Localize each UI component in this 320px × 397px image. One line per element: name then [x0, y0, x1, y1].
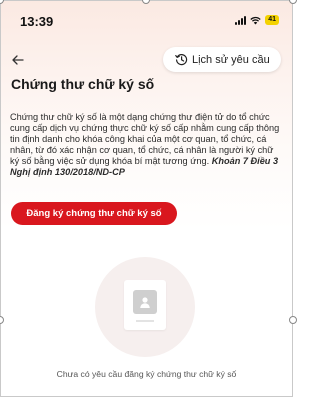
- status-bar: 13:39 41: [0, 0, 293, 40]
- app-screen: 13:39 41 Lịch sử yêu cầu Chứng thư chữ k…: [0, 0, 297, 397]
- resize-handle-top-right[interactable]: [289, 0, 297, 4]
- status-icons: 41: [235, 15, 279, 25]
- arrow-left-icon: [12, 55, 24, 65]
- back-button[interactable]: [10, 52, 26, 68]
- description-text: Chứng thư chữ ký số là một dạng chứng th…: [10, 112, 280, 178]
- status-time: 13:39: [20, 14, 54, 29]
- resize-handle-right[interactable]: [289, 316, 297, 324]
- history-button-label: Lịch sử yêu cầu: [192, 53, 270, 66]
- battery-indicator: 41: [265, 15, 279, 25]
- document-line: [136, 320, 154, 322]
- history-clock-icon: [175, 54, 188, 66]
- register-certificate-button[interactable]: Đăng ký chứng thư chữ ký số: [11, 202, 177, 225]
- signal-icon: [235, 15, 247, 25]
- resize-handle-left[interactable]: [0, 316, 4, 324]
- wifi-icon: [250, 16, 261, 24]
- history-button[interactable]: Lịch sử yêu cầu: [163, 47, 281, 72]
- page-title: Chứng thư chữ ký số: [11, 76, 155, 92]
- avatar-placeholder-icon: [133, 290, 157, 314]
- document-avatar-icon: [124, 280, 166, 330]
- empty-state-message: Chưa có yêu cầu đăng ký chứng thư chữ ký…: [56, 369, 237, 379]
